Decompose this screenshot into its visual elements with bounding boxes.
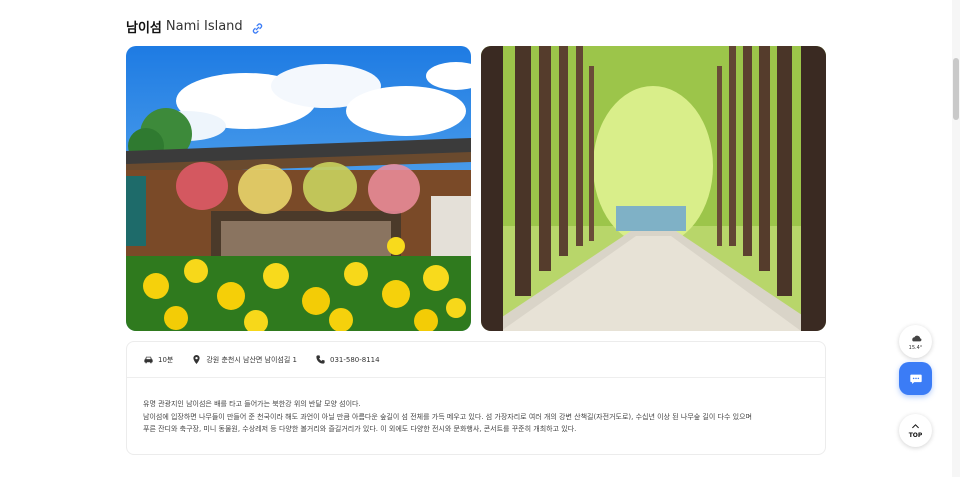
scrollbar-thumb[interactable] <box>953 58 959 120</box>
car-icon <box>144 356 153 364</box>
weather-button[interactable]: 15.4° <box>899 325 932 358</box>
weather-temperature: 15.4° <box>908 345 923 351</box>
address-value: 강원 춘천시 남산면 남이섬길 1 <box>206 355 297 364</box>
phone-icon <box>316 355 325 364</box>
phone-value[interactable]: 031-580-8114 <box>330 356 380 364</box>
arrow-up-icon <box>912 424 919 429</box>
scrollbar[interactable] <box>952 0 960 477</box>
travel-time-value: 10분 <box>158 355 174 364</box>
attraction-title: 남이섬 Nami Island <box>126 17 264 36</box>
phone[interactable]: 031-580-8114 <box>315 354 380 365</box>
weather-icon <box>911 335 921 342</box>
description-line: 푸른 잔디와 축구장, 미니 동물원, 수상레저 등 다양한 볼거리와 즐길거리… <box>143 425 577 433</box>
info-card: 10분 강원 춘천시 남산면 남이섬길 1 031-580-8114 유명 관광… <box>126 341 826 455</box>
description-line: 유명 관광지인 남이섬은 배를 타고 들어가는 북한강 위의 반달 모양 섬이다… <box>143 400 361 408</box>
link-icon[interactable] <box>251 20 264 34</box>
photo-hanok-umbrellas <box>126 46 471 331</box>
info-row: 10분 강원 춘천시 남산면 남이섬길 1 031-580-8114 <box>127 342 825 378</box>
chat-icon <box>909 374 922 384</box>
address: 강원 춘천시 남산면 남이섬길 1 <box>191 354 297 365</box>
top-label: TOP <box>908 432 923 439</box>
description: 유명 관광지인 남이섬은 배를 타고 들어가는 북한강 위의 반달 모양 섬이다… <box>127 378 825 436</box>
scroll-to-top-button[interactable]: TOP <box>899 414 932 447</box>
photo-tree-lined-path <box>481 46 826 331</box>
description-line: 남이섬에 입장하면 나무들이 만들어 준 천국이라 해도 과언이 아닐 만큼 아… <box>143 412 752 421</box>
title-korean: 남이섬 <box>126 21 162 36</box>
location-pin-icon <box>193 355 200 364</box>
chat-button[interactable] <box>899 362 932 395</box>
travel-time: 10분 <box>143 354 173 365</box>
title-english: Nami Island <box>165 19 243 34</box>
